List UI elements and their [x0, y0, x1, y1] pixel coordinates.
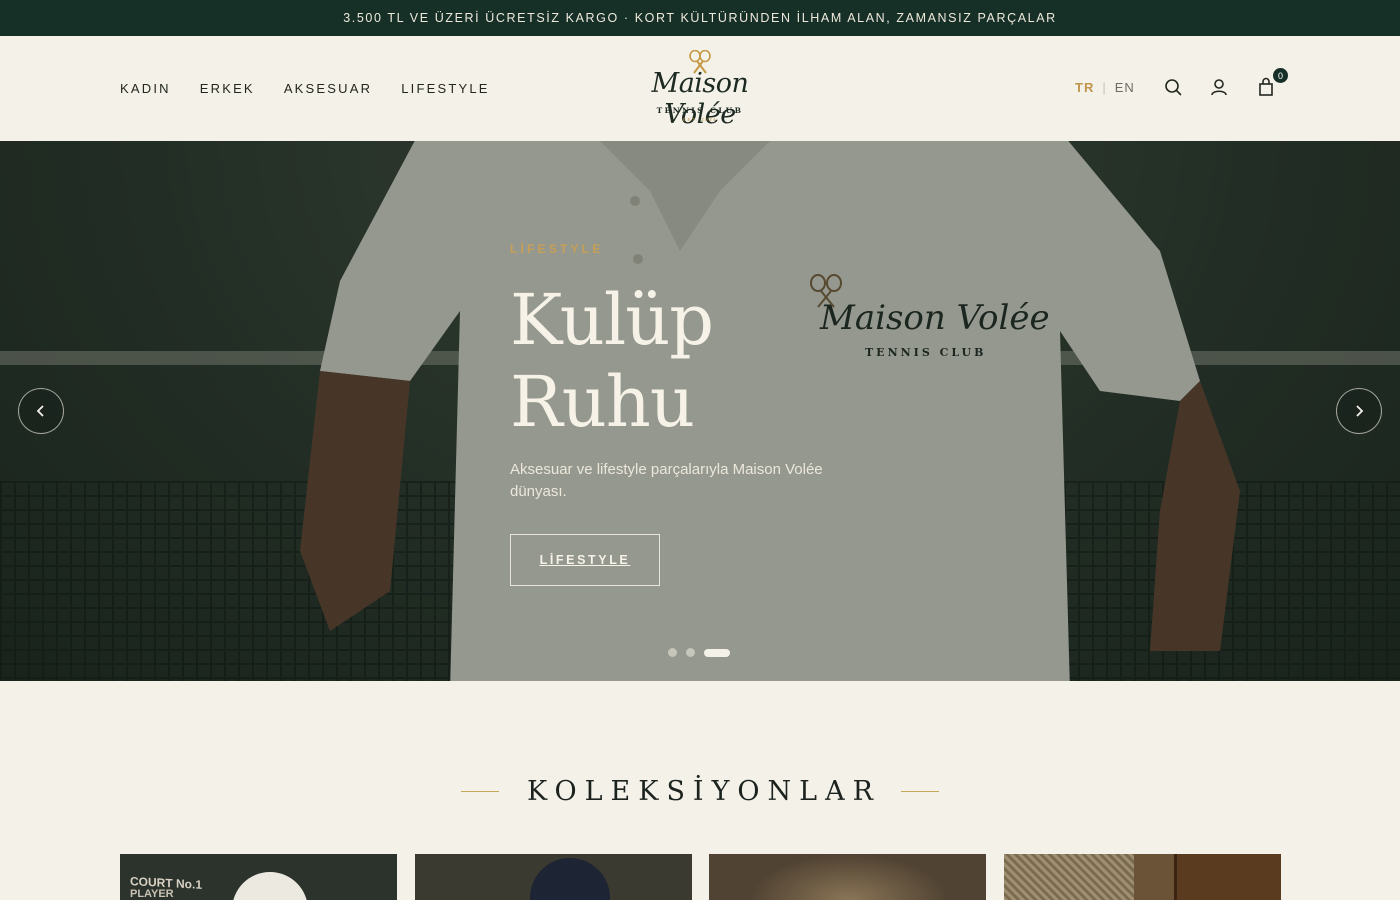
collections-title: KOLEKSİYONLAR — [527, 776, 881, 807]
site-logo[interactable]: Maison Volée TENNIS CLUB EST. 2024 — [618, 50, 782, 130]
collection-card[interactable]: COURT No.1 PLAYER — [120, 854, 397, 900]
hero-eyebrow: LİFESTYLE — [510, 242, 604, 256]
hero-description: Aksesuar ve lifestyle parçalarıyla Maiso… — [510, 461, 823, 500]
hero-cta-button[interactable]: LİFESTYLE — [510, 534, 660, 586]
card-image — [749, 854, 949, 900]
slider-dot-2[interactable] — [686, 648, 695, 657]
site-header: KADIN ERKEK AKSESUAR LIFESTYLE Maison Vo… — [0, 36, 1400, 141]
chevron-left-icon — [36, 405, 44, 417]
nav-item-erkek[interactable]: ERKEK — [200, 81, 255, 96]
slider-dots — [668, 648, 730, 657]
card-image — [1004, 854, 1134, 900]
hero-slider: Maison Volée TENNIS CLUB LİFESTYLE Kulüp… — [0, 141, 1400, 681]
nav-item-aksesuar[interactable]: AKSESUAR — [284, 81, 372, 96]
heading-rule-left — [461, 791, 500, 792]
heading-rule-right — [900, 791, 939, 792]
lang-en[interactable]: EN — [1115, 80, 1135, 95]
hero-title-line1: Kulüp — [510, 279, 714, 361]
collection-card[interactable] — [709, 854, 986, 900]
language-switcher: TR | EN — [1075, 80, 1135, 95]
card-sign-text: PLAYER — [130, 888, 174, 900]
cart-count-badge: 0 — [1273, 68, 1288, 83]
slider-dot-3[interactable] — [704, 648, 730, 657]
user-icon[interactable] — [1208, 76, 1230, 98]
card-cap-image — [530, 858, 610, 900]
search-icon[interactable] — [1162, 76, 1184, 98]
hero-title: Kulüp Ruhu — [510, 279, 840, 443]
nav-item-lifestyle[interactable]: LIFESTYLE — [401, 81, 489, 96]
lang-separator: | — [1102, 80, 1107, 95]
announcement-bar: 3.500 TL VE ÜZERİ ÜCRETSİZ KARGO · KORT … — [0, 0, 1400, 36]
lang-tr[interactable]: TR — [1075, 80, 1094, 95]
card-cap-image — [232, 872, 308, 900]
chevron-right-icon — [1356, 405, 1364, 417]
collection-card[interactable] — [1004, 854, 1281, 900]
slider-next-button[interactable] — [1336, 388, 1382, 434]
announcement-text: 3.500 TL VE ÜZERİ ÜCRETSİZ KARGO · KORT … — [343, 11, 1057, 25]
card-image — [1174, 854, 1281, 900]
logo-subtitle: TENNIS CLUB — [656, 106, 744, 115]
collection-card[interactable] — [415, 854, 692, 900]
slider-dot-1[interactable] — [668, 648, 677, 657]
collection-cards: COURT No.1 PLAYER — [120, 854, 1281, 900]
collections-heading: KOLEKSİYONLAR — [0, 776, 1400, 807]
hero-title-line2: Ruhu — [510, 361, 695, 443]
main-nav: KADIN ERKEK AKSESUAR LIFESTYLE — [120, 36, 490, 141]
logo-est: EST. 2024 — [682, 117, 718, 122]
slider-prev-button[interactable] — [18, 388, 64, 434]
nav-item-kadin[interactable]: KADIN — [120, 81, 171, 96]
